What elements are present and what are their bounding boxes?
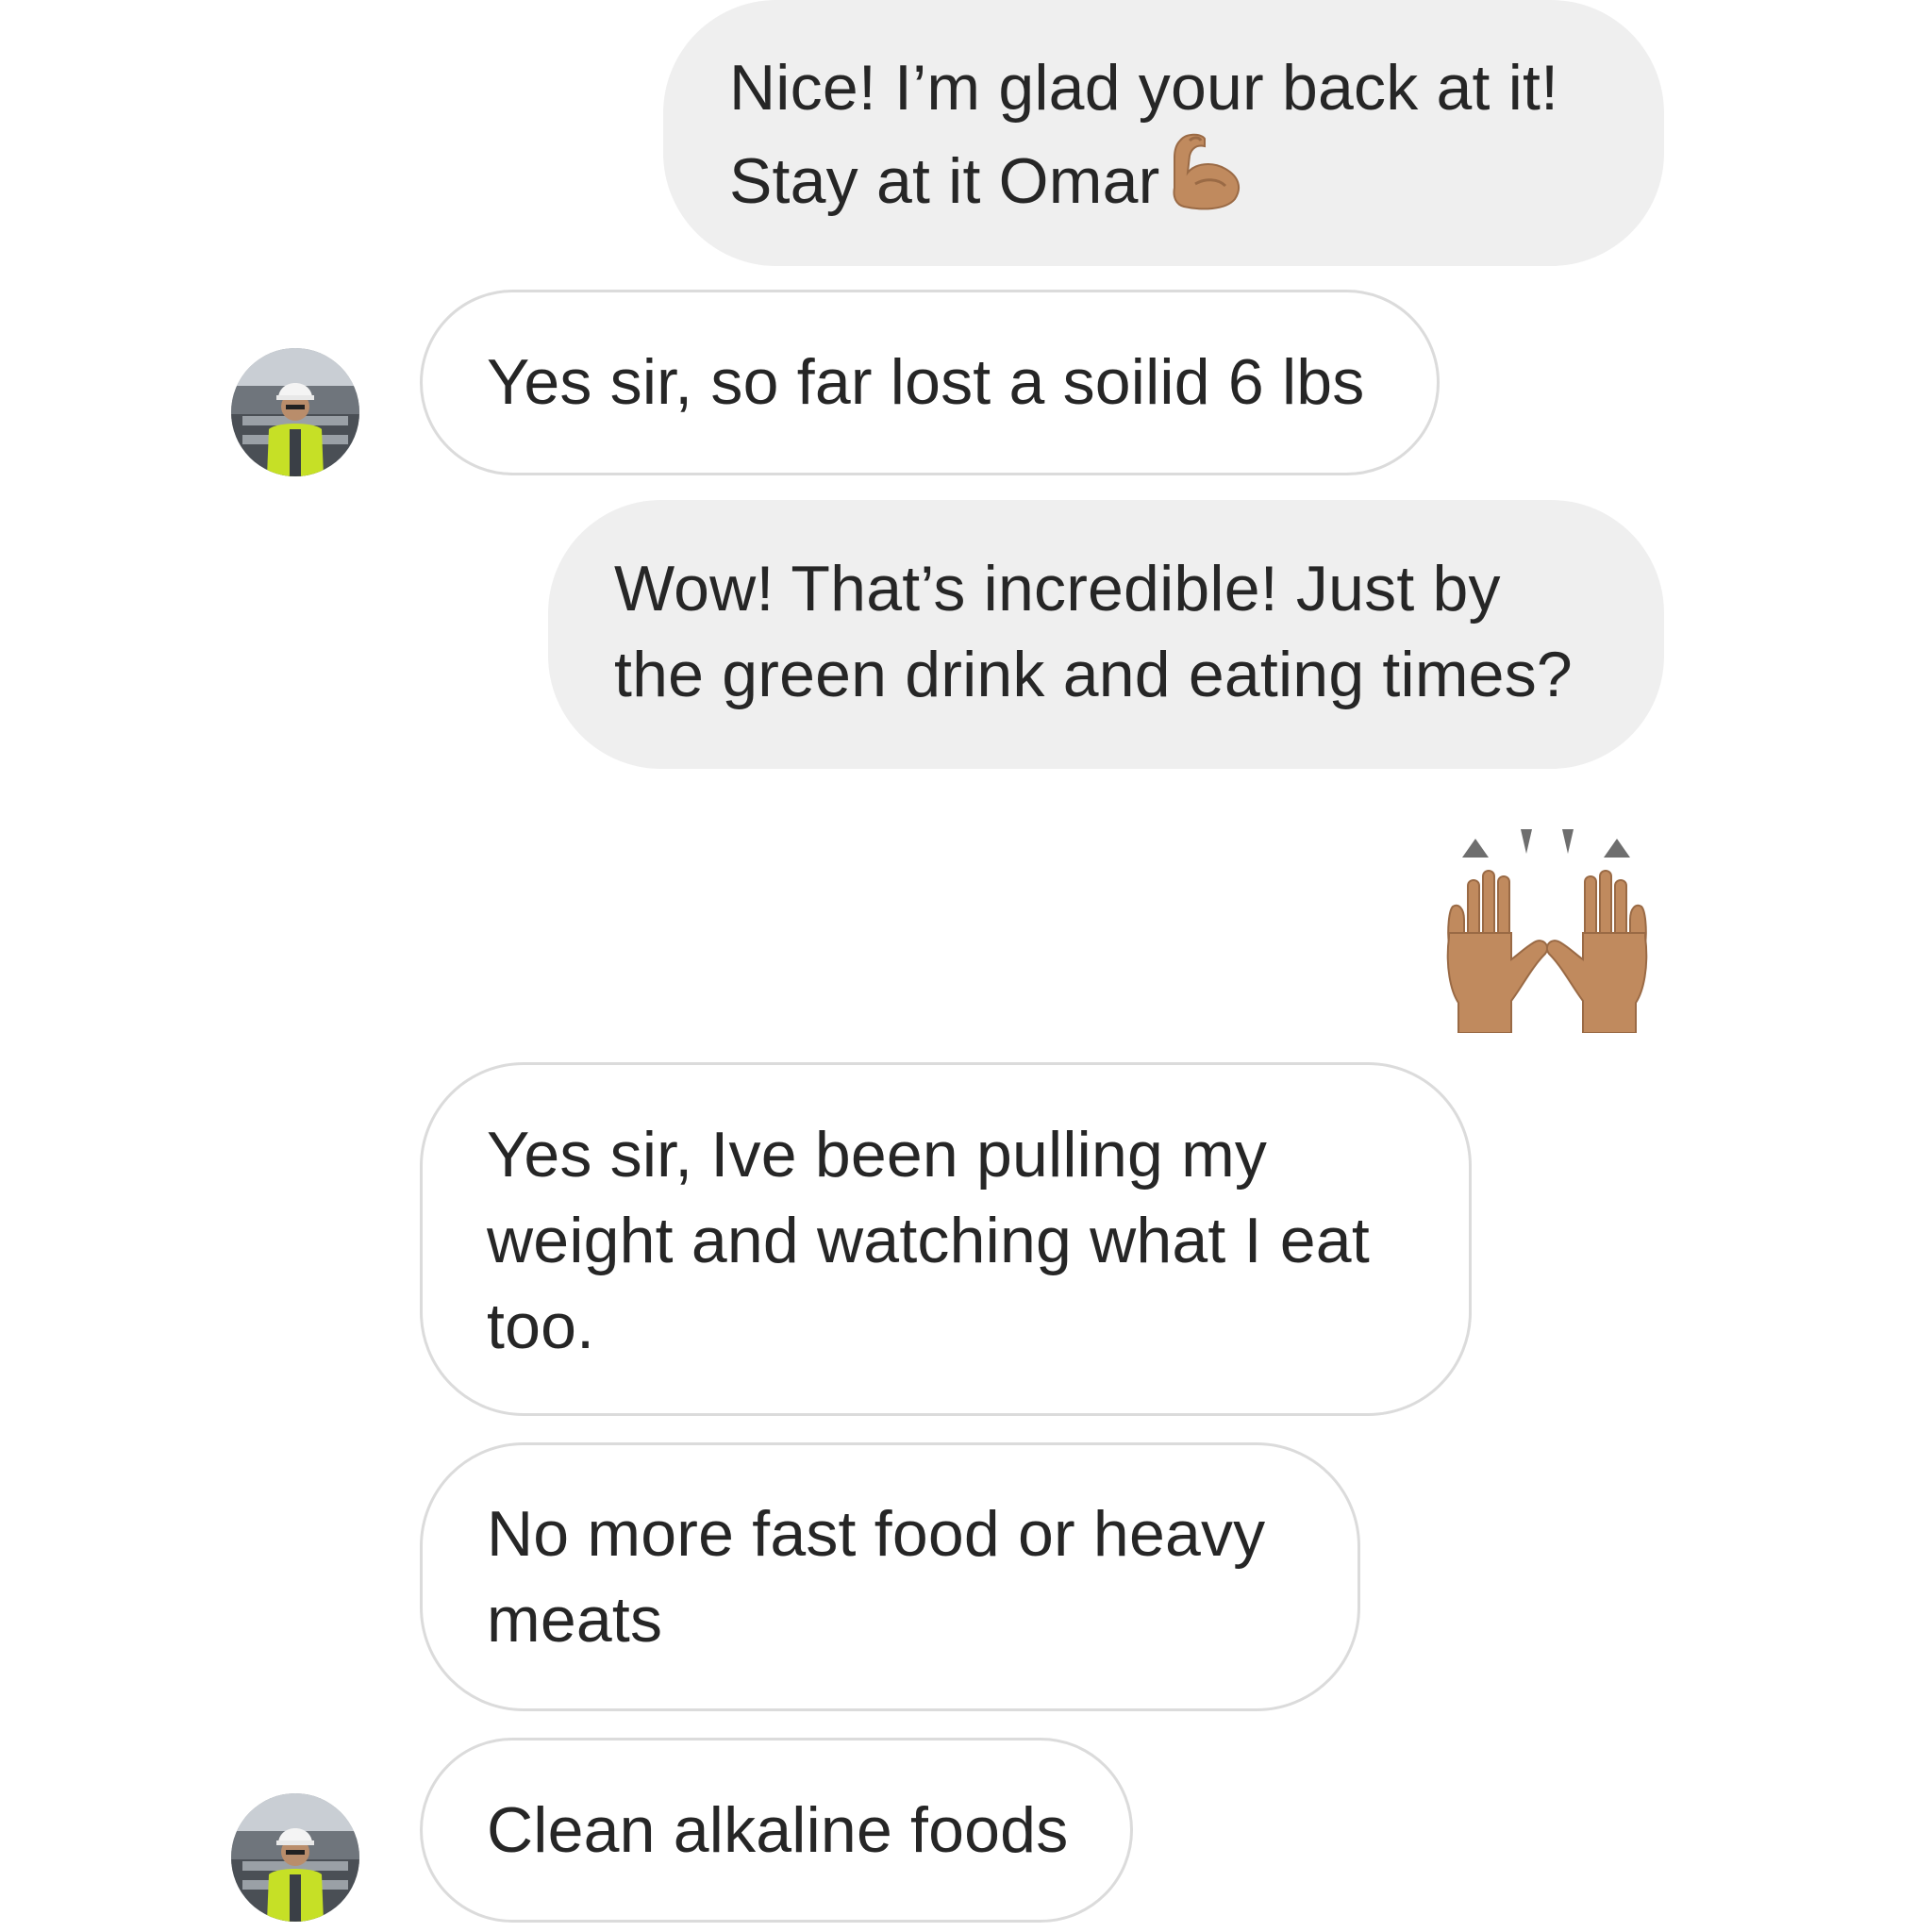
message-text-line: No more fast food or heavy xyxy=(487,1498,1266,1570)
incoming-message-bubble[interactable]: No more fast food or heavy meats xyxy=(420,1442,1360,1711)
message-text-line: meats xyxy=(487,1584,663,1656)
contact-avatar[interactable] xyxy=(231,1793,359,1922)
message-thread: Nice! I’m glad your back at it! Stay at … xyxy=(0,0,1932,1932)
message-text-line: Stay at it Omar xyxy=(729,131,1598,234)
contact-avatar[interactable] xyxy=(231,348,359,476)
incoming-message-bubble[interactable]: Yes sir, Ive been pulling my weight and … xyxy=(420,1062,1472,1416)
incoming-message-bubble[interactable]: Yes sir, so far lost a soilid 6 lbs xyxy=(420,290,1440,475)
flexed-biceps-emoji-icon xyxy=(1167,131,1244,234)
raising-hands-emoji-icon[interactable] xyxy=(1434,825,1660,1034)
message-text-line: Nice! I’m glad your back at it! xyxy=(729,52,1559,124)
message-text-line: too. xyxy=(487,1291,595,1362)
outgoing-message-bubble[interactable]: Nice! I’m glad your back at it! Stay at … xyxy=(663,0,1664,266)
incoming-message-bubble[interactable]: Clean alkaline foods xyxy=(420,1738,1133,1923)
message-text-line: weight and watching what I eat xyxy=(487,1205,1370,1276)
message-text-line: Clean alkaline foods xyxy=(487,1794,1069,1866)
message-text-line: Yes sir, so far lost a soilid 6 lbs xyxy=(487,346,1365,418)
message-text-line: Yes sir, Ive been pulling my xyxy=(487,1119,1268,1191)
message-text-line: Wow! That’s incredible! Just by xyxy=(614,553,1501,625)
outgoing-message-bubble[interactable]: Wow! That’s incredible! Just by the gree… xyxy=(548,500,1664,769)
message-text-line: the green drink and eating times? xyxy=(614,639,1573,710)
